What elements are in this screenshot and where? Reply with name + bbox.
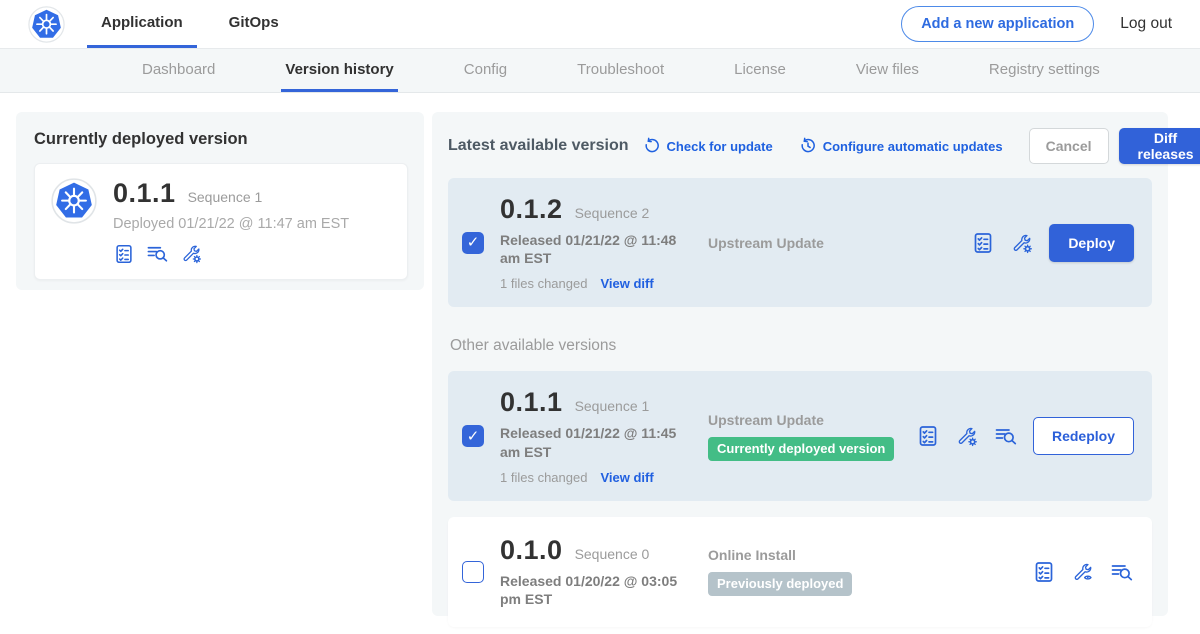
admin-console-page: Application GitOps Add a new application… <box>0 0 1200 634</box>
view-logs-magnifier-icon[interactable] <box>146 242 169 265</box>
top-navbar: Application GitOps Add a new application… <box>0 0 1200 49</box>
currently-deployed-title: Currently deployed version <box>34 130 408 149</box>
preflight-checklist-icon[interactable] <box>113 243 135 265</box>
released-timestamp: Released 01/21/22 @ 11:45 am EST <box>500 424 700 460</box>
cancel-button[interactable]: Cancel <box>1029 128 1109 164</box>
view-diff-link[interactable]: View diff <box>600 276 653 291</box>
redeploy-button[interactable]: Redeploy <box>1033 417 1134 455</box>
logout-button[interactable]: Log out <box>1120 15 1172 33</box>
preflight-checklist-icon[interactable] <box>971 231 995 255</box>
deployed-sequence-label: Sequence 1 <box>188 189 263 205</box>
sequence-label: Sequence 0 <box>575 546 650 562</box>
configure-automatic-updates-link[interactable]: Configure automatic updates <box>799 137 1003 155</box>
version-number: 0.1.2 <box>500 194 563 225</box>
view-diff-link[interactable]: View diff <box>600 470 653 485</box>
config-wrench-gear-icon[interactable] <box>180 242 203 265</box>
deployed-version-card: 0.1.1 Sequence 1 Deployed 01/21/22 @ 11:… <box>34 163 408 280</box>
top-nav-tabs: Application GitOps <box>87 0 311 48</box>
add-new-application-button[interactable]: Add a new application <box>901 6 1094 42</box>
deploy-button[interactable]: Deploy <box>1049 224 1134 262</box>
app-subnav: Dashboard Version history Config Trouble… <box>0 49 1200 93</box>
version-select-checkbox[interactable]: ✓ <box>462 425 484 447</box>
tab-application[interactable]: Application <box>87 0 197 48</box>
refresh-icon <box>643 137 661 155</box>
currently-deployed-panel: Currently deployed version <box>16 112 424 290</box>
config-wrench-gear-icon[interactable] <box>955 424 979 448</box>
kubernetes-version-icon <box>51 178 97 224</box>
version-row-0-1-0: ✓ 0.1.0 Sequence 0 Released 01/20/22 @ 0… <box>448 517 1152 627</box>
subtab-view-files[interactable]: View files <box>852 49 923 92</box>
previously-deployed-badge: Previously deployed <box>708 572 852 596</box>
deployed-version-number: 0.1.1 <box>113 178 176 209</box>
deployed-timestamp: Deployed 01/21/22 @ 11:47 am EST <box>113 216 349 232</box>
other-available-versions-label: Other available versions <box>450 337 1152 355</box>
app-logo <box>0 0 87 48</box>
schedule-update-icon <box>799 137 817 155</box>
kubernetes-logo-icon <box>28 6 65 43</box>
subtab-version-history[interactable]: Version history <box>281 49 397 92</box>
version-source-label: Upstream Update <box>708 235 971 251</box>
view-config-wrench-eye-icon[interactable] <box>1071 560 1095 584</box>
version-source-label: Online Install <box>708 547 1032 563</box>
version-row-0-1-1: ✓ 0.1.1 Sequence 1 Released 01/21/22 @ 1… <box>448 371 1152 500</box>
tab-gitops[interactable]: GitOps <box>215 0 293 48</box>
version-source-label: Upstream Update <box>708 412 916 428</box>
latest-available-header: Latest available version Check for updat… <box>448 128 1152 164</box>
version-number: 0.1.1 <box>500 387 563 418</box>
version-history-panel: Latest available version Check for updat… <box>432 112 1168 616</box>
files-changed-label: 1 files changed <box>500 470 587 485</box>
released-timestamp: Released 01/21/22 @ 11:48 am EST <box>500 231 700 267</box>
subtab-troubleshoot[interactable]: Troubleshoot <box>573 49 668 92</box>
version-row-0-1-2: ✓ 0.1.2 Sequence 2 Released 01/21/22 @ 1… <box>448 178 1152 307</box>
subtab-license[interactable]: License <box>730 49 790 92</box>
diff-releases-button[interactable]: Diff releases <box>1119 128 1200 164</box>
topbar-right: Add a new application Log out <box>901 0 1200 48</box>
preflight-checklist-icon[interactable] <box>916 424 940 448</box>
sequence-label: Sequence 1 <box>575 398 650 414</box>
subtab-config[interactable]: Config <box>460 49 511 92</box>
subtab-registry-settings[interactable]: Registry settings <box>985 49 1104 92</box>
latest-available-title: Latest available version <box>448 137 629 155</box>
preflight-checklist-icon[interactable] <box>1032 560 1056 584</box>
view-logs-magnifier-icon[interactable] <box>994 424 1018 448</box>
version-select-checkbox[interactable]: ✓ <box>462 561 484 583</box>
sequence-label: Sequence 2 <box>575 205 650 221</box>
subtab-dashboard[interactable]: Dashboard <box>138 49 219 92</box>
version-select-checkbox[interactable]: ✓ <box>462 232 484 254</box>
released-timestamp: Released 01/20/22 @ 03:05 pm EST <box>500 572 700 608</box>
files-changed-label: 1 files changed <box>500 276 587 291</box>
config-wrench-gear-icon[interactable] <box>1010 231 1034 255</box>
view-logs-magnifier-icon[interactable] <box>1110 560 1134 584</box>
currently-deployed-badge: Currently deployed version <box>708 437 894 461</box>
version-number: 0.1.0 <box>500 535 563 566</box>
check-for-update-link[interactable]: Check for update <box>643 137 773 155</box>
